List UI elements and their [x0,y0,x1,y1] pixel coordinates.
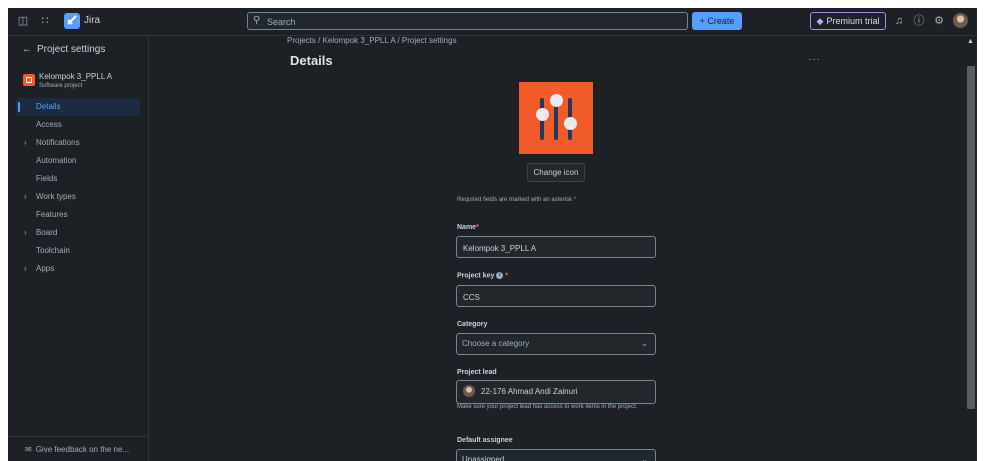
info-icon[interactable]: i [496,272,504,279]
search-box[interactable]: ⚲ [247,12,688,30]
search-icon: ⚲ [253,15,261,26]
default-assignee-select[interactable]: Unassigned ⌄ [456,449,656,461]
default-assignee-label: Default assignee [457,437,513,444]
sidebar-item-label: Automation [36,156,77,165]
category-select[interactable]: Choose a category ⌄ [456,333,656,355]
name-label-text: Name [457,224,477,231]
sidebar-item-features[interactable]: Features [16,206,140,224]
chevron-right-icon[interactable]: › [24,260,27,278]
user-avatar[interactable] [953,13,968,28]
sidebar-item-label: Access [36,120,62,129]
sidebar-item-label: Fields [36,174,58,183]
app-name[interactable]: Jira [84,15,100,26]
slider-knob [536,108,549,121]
premium-trial-button[interactable]: ◆ Premium trial [810,12,886,30]
sidebar-item-label: Notifications [36,138,80,147]
project-type: Software project [39,83,83,89]
project-key-field[interactable] [456,285,656,307]
category-placeholder: Choose a category [462,339,530,348]
sidebar-item-label: Board [36,228,58,237]
gem-icon: ◆ [816,16,824,26]
sidebar-item-label: Toolchain [36,246,70,255]
sidebar-item-access[interactable]: Access [16,116,140,134]
settings-nav: Details Access › Notifications Automation… [16,98,140,278]
project-name: Kelompok 3_PPLL A [39,72,113,81]
project-avatar-icon [23,74,35,86]
jira-app-window: ◫ ∷ Jira ⚲ + Create ◆Premium trial ♫ ⓘ ⚙… [8,8,977,461]
create-button[interactable]: + Create [692,12,742,30]
chevron-right-icon[interactable]: › [24,188,27,206]
jira-logo-icon[interactable] [64,13,80,29]
required-asterisk: * [505,272,508,280]
sidebar-item-details[interactable]: Details [16,98,140,116]
arrow-left-icon: ← [22,44,32,55]
back-label: Project settings [37,44,106,55]
sidebar: ← Project settings Kelompok 3_PPLL A Soft… [8,36,149,461]
app-grid-icon[interactable]: ∷ [38,14,52,28]
gear-icon[interactable]: ⚙ [932,14,946,28]
sidebar-toggle-icon[interactable]: ◫ [16,14,30,28]
search-input[interactable] [265,14,669,30]
vertical-scrollbar[interactable]: ▲ [965,36,977,461]
sidebar-item-label: Work types [36,192,76,201]
project-lead-value: 22-176 Ahmad Andi Zainuri [481,387,578,396]
chevron-right-icon[interactable]: › [24,134,27,152]
slider-knob [550,94,563,107]
slider-knob [564,117,577,130]
megaphone-icon: ✉ [25,445,32,454]
sidebar-item-work-types[interactable]: › Work types [16,188,140,206]
required-fields-note: Required fields are marked with an aster… [457,197,576,203]
sidebar-item-label: Apps [36,264,55,273]
name-label: Name* [457,224,479,231]
chevron-right-icon[interactable]: › [24,224,27,242]
category-label: Category [457,321,488,328]
sidebar-item-label: Details [36,102,61,111]
breadcrumb[interactable]: Projects / Kelompok 3_PPLL A / Project s… [287,36,457,45]
give-feedback-button[interactable]: ✉ Give feedback on the ne... [8,436,148,461]
sidebar-item-fields[interactable]: Fields [16,170,140,188]
sidebar-item-board[interactable]: › Board [16,224,140,242]
project-lead-field[interactable]: 22-176 Ahmad Andi Zainuri [456,380,656,404]
name-input[interactable] [461,240,650,256]
premium-trial-label: Premium trial [826,16,880,26]
back-to-project-settings[interactable]: ← Project settings [22,44,105,55]
main-content: Projects / Kelompok 3_PPLL A / Project s… [149,36,965,461]
sidebar-item-label: Features [36,210,68,219]
sidebar-item-toolchain[interactable]: Toolchain [16,242,140,260]
project-lead-avatar [463,385,475,397]
feedback-label: Give feedback on the ne... [35,445,130,454]
project-lead-help-text: Make sure your project lead has access t… [457,404,638,410]
default-assignee-value: Unassigned [462,455,505,461]
project-icon-preview [519,82,593,154]
sidebar-item-notifications[interactable]: › Notifications [16,134,140,152]
chevron-down-icon: ⌄ [641,455,648,461]
project-key-label: Project key i * [457,272,508,279]
page-title: Details [290,53,333,68]
create-button-label: Create [707,16,735,26]
scroll-up-arrow-icon[interactable]: ▲ [967,38,974,45]
more-actions-button[interactable]: ··· [808,54,821,65]
project-lead-label: Project lead [457,369,497,376]
change-icon-button[interactable]: Change icon [527,163,585,182]
question-icon[interactable]: ⓘ [912,14,926,28]
bell-icon[interactable]: ♫ [892,14,906,28]
top-navigation-bar: ◫ ∷ Jira ⚲ + Create ◆Premium trial ♫ ⓘ ⚙ [8,8,977,36]
name-field[interactable] [456,236,656,258]
required-asterisk: * [476,224,479,231]
scrollbar-thumb[interactable] [967,66,975,409]
required-note-text: Required fields are marked with an aster… [457,197,573,203]
sidebar-item-apps[interactable]: › Apps [16,260,140,278]
project-key-label-text: Project key [457,272,495,280]
required-asterisk: * [573,197,577,203]
project-key-input[interactable] [461,289,650,305]
chevron-down-icon: ⌄ [641,339,648,348]
sidebar-item-automation[interactable]: Automation [16,152,140,170]
